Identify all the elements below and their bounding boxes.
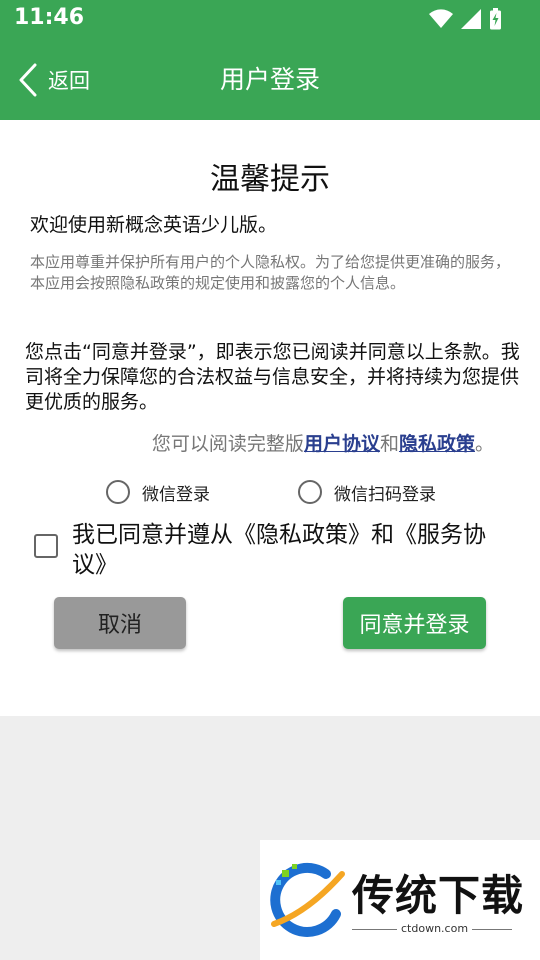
watermark: 传统下载 ctdown.com: [260, 840, 540, 960]
cancel-button[interactable]: 取消: [54, 597, 186, 649]
read-and: 和: [379, 433, 399, 455]
status-icons: [429, 8, 502, 30]
wechat-qr-login-label: 微信扫码登录: [334, 484, 436, 505]
agree-checkbox-label[interactable]: 我已同意并遵从《隐私政策》和《服务协议》: [72, 520, 512, 580]
welcome-text: 欢迎使用新概念英语少儿版。: [30, 214, 278, 236]
read-suffix: 。: [474, 433, 494, 455]
read-full-policy-text: 您可以阅读完整版用户协议和隐私政策。: [152, 429, 494, 456]
page-title: 用户登录: [219, 65, 320, 94]
agree-checkbox[interactable]: [34, 534, 58, 558]
dialog-title: 温馨提示: [210, 162, 330, 197]
user-agreement-link[interactable]: 用户协议: [304, 433, 380, 455]
status-bar: 11:46: [0, 0, 540, 38]
wechat-qr-login-radio[interactable]: 微信扫码登录: [298, 477, 436, 507]
watermark-brand: 传统下载: [352, 871, 525, 920]
privacy-intro-text: 本应用尊重并保护所有用户的个人隐私权。为了给您提供更准确的服务，本应用会按照隐私…: [30, 253, 511, 292]
app-bar: 返回 用户登录: [0, 38, 540, 120]
battery-charging-icon: [490, 8, 501, 30]
radio-circle[interactable]: [106, 480, 130, 504]
read-prefix: 您可以阅读完整版: [151, 433, 304, 455]
privacy-dialog: 温馨提示 欢迎使用新概念英语少儿版。 本应用尊重并保护所有用户的个人隐私权。为了…: [0, 120, 540, 716]
watermark-site: ctdown.com: [397, 922, 473, 935]
wifi-icon: [429, 9, 453, 28]
signal-icon: [461, 9, 481, 29]
radio-circle[interactable]: [298, 480, 322, 504]
watermark-logo-icon: [270, 862, 345, 937]
wechat-login-label: 微信登录: [142, 484, 210, 505]
status-time: 11:46: [14, 5, 85, 30]
agree-and-login-button[interactable]: 同意并登录: [343, 597, 486, 649]
privacy-policy-link[interactable]: 隐私政策: [399, 433, 475, 455]
wechat-login-radio[interactable]: 微信登录: [106, 477, 210, 507]
consent-notice-text: 您点击“同意并登录”，即表示您已阅读并同意以上条款。我司将全力保障您的合法权益与…: [25, 341, 520, 413]
